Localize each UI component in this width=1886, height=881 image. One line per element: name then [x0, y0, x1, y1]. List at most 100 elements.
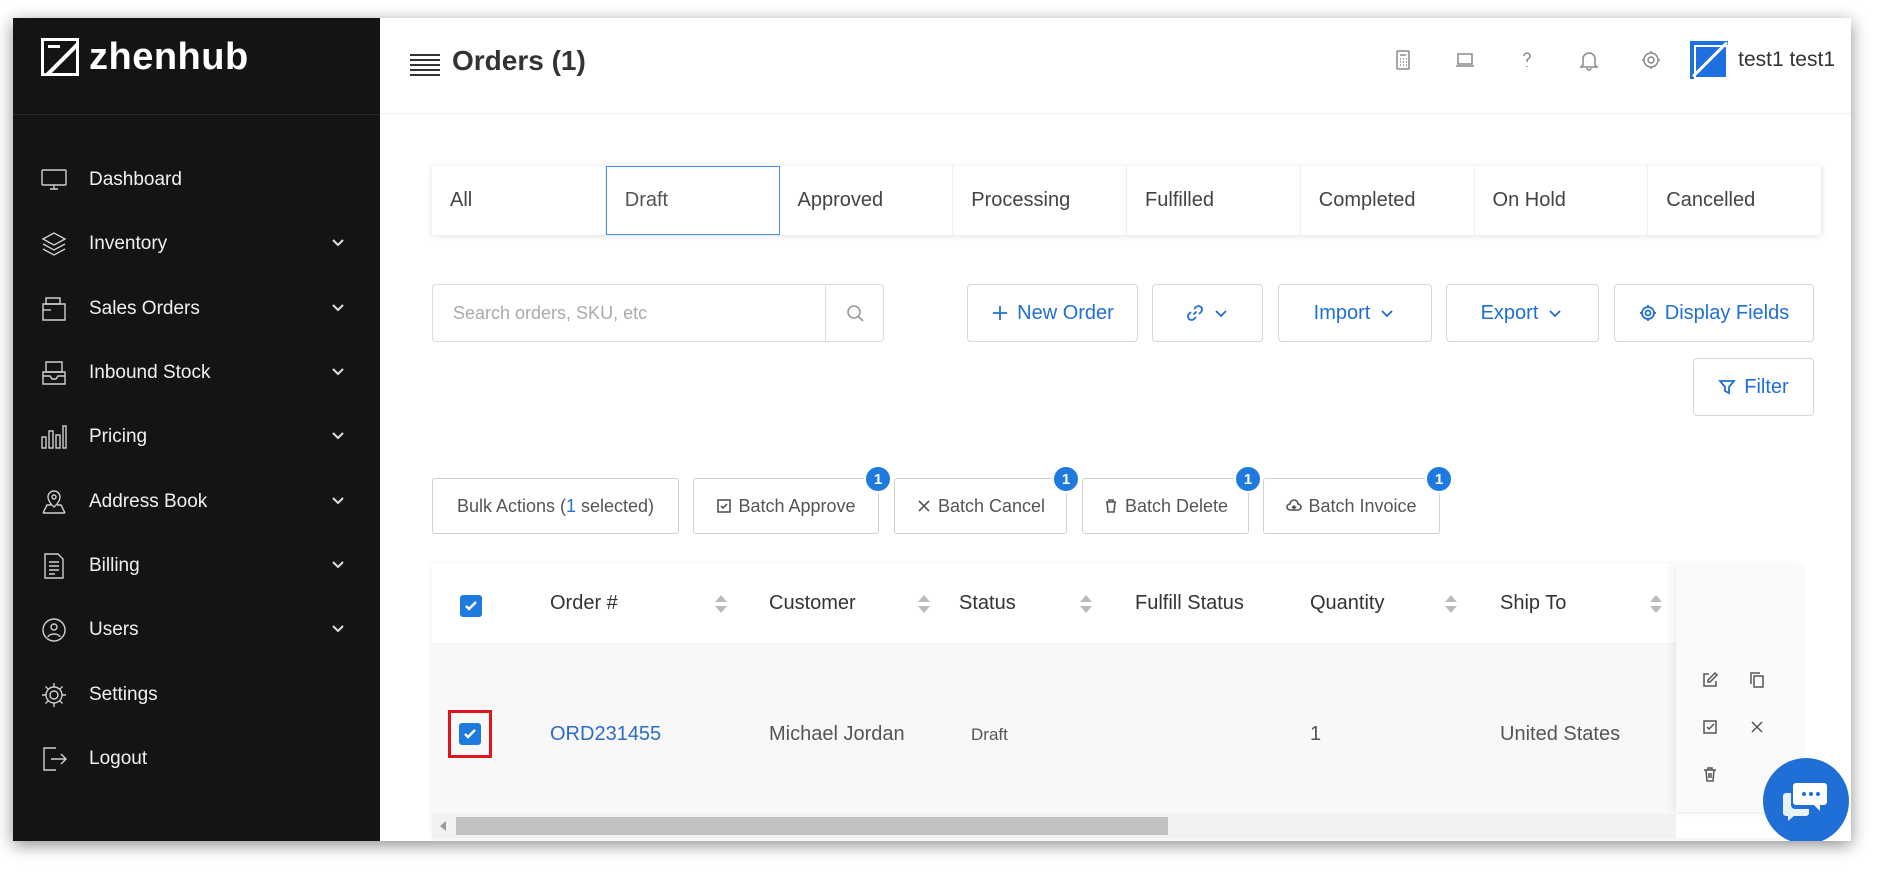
sidebar-item-users[interactable]: Users [13, 598, 380, 662]
sort-icon[interactable] [715, 595, 727, 615]
display-fields-button[interactable]: Display Fields [1614, 284, 1814, 342]
scrollbar-thumb[interactable] [456, 817, 1168, 835]
sort-icon[interactable] [918, 595, 930, 615]
order-number-link[interactable]: ORD231455 [550, 723, 661, 746]
sidebar-divider [13, 114, 380, 115]
menu-toggle-icon[interactable] [410, 54, 440, 80]
copy-icon[interactable] [1739, 662, 1775, 698]
link-dropdown-button[interactable] [1152, 284, 1263, 342]
batch-approve-label: Batch Approve [738, 495, 856, 516]
bulk-actions-button[interactable]: Bulk Actions (1 selected) [432, 478, 679, 534]
tab-approved[interactable]: Approved [780, 166, 954, 235]
chevron-down-icon[interactable] [330, 556, 350, 576]
count-badge: 1 [1234, 465, 1262, 493]
orders-icon [39, 294, 69, 324]
tab-completed[interactable]: Completed [1301, 166, 1475, 235]
column-header-fulfill-status[interactable]: Fulfill Status [1135, 592, 1244, 615]
laptop-icon[interactable] [1434, 38, 1496, 82]
table-header: Order # Customer Status Fulfill Status Q… [432, 564, 1802, 644]
chevron-down-icon[interactable] [330, 299, 350, 319]
orders-table: Order # Customer Status Fulfill Status Q… [432, 564, 1802, 838]
column-header-order[interactable]: Order # [550, 592, 618, 615]
ship-to-cell: United States [1500, 723, 1621, 745]
cloud-upload-icon [1286, 499, 1303, 511]
sidebar-item-label: Dashboard [89, 169, 182, 191]
close-icon[interactable] [1739, 709, 1775, 745]
new-order-label: New Order [1017, 301, 1114, 324]
tab-all[interactable]: All [432, 166, 606, 235]
sort-icon[interactable] [1080, 595, 1092, 615]
sidebar-item-logout[interactable]: Logout [13, 727, 380, 791]
status-badge: Draft [971, 725, 1008, 744]
filter-button[interactable]: Filter [1693, 358, 1814, 416]
batch-delete-button[interactable]: Batch Delete 1 [1082, 465, 1262, 534]
gear-icon[interactable] [1620, 38, 1682, 82]
new-order-button[interactable]: New Order [967, 284, 1138, 342]
app-window: zhenhub Dashboard Inventory Sales Orders… [13, 18, 1851, 841]
sidebar-item-address-book[interactable]: Address Book [13, 469, 380, 533]
search-icon [846, 305, 864, 322]
user-name[interactable]: test1 test1 [1738, 48, 1835, 72]
filter-icon [1718, 380, 1737, 395]
approve-icon[interactable] [1692, 709, 1728, 745]
sidebar-item-inbound-stock[interactable]: Inbound Stock [13, 341, 380, 405]
chevron-down-icon[interactable] [330, 492, 350, 512]
import-button[interactable]: Import [1278, 284, 1432, 342]
chevron-down-icon[interactable] [330, 363, 350, 383]
tab-on-hold[interactable]: On Hold [1475, 166, 1649, 235]
export-label: Export [1480, 301, 1539, 324]
horizontal-scrollbar[interactable] [432, 814, 1676, 838]
page-title: Orders (1) [452, 45, 586, 76]
search-box [432, 284, 884, 342]
help-icon[interactable] [1496, 38, 1558, 82]
row-checkbox[interactable] [459, 723, 481, 745]
search-button[interactable] [825, 285, 883, 341]
logo[interactable]: zhenhub [41, 36, 249, 78]
chat-button[interactable] [1763, 758, 1849, 841]
sidebar-item-label: Inventory [89, 233, 168, 255]
column-header-status[interactable]: Status [959, 592, 1016, 615]
header-actions: test1 test1 [1372, 38, 1835, 82]
batch-cancel-button[interactable]: Batch Cancel 1 [894, 465, 1080, 534]
sidebar-item-settings[interactable]: Settings [13, 662, 380, 726]
tab-fulfilled[interactable]: Fulfilled [1127, 166, 1301, 235]
layers-icon [39, 229, 69, 259]
chevron-down-icon[interactable] [330, 620, 350, 640]
sidebar-item-label: Address Book [89, 490, 208, 512]
trash-icon[interactable] [1692, 756, 1728, 792]
batch-invoice-button[interactable]: Batch Invoice 1 [1263, 465, 1453, 534]
tab-processing[interactable]: Processing [953, 166, 1128, 235]
sort-icon[interactable] [1650, 595, 1662, 615]
sidebar-item-label: Sales Orders [89, 297, 200, 319]
sidebar-item-billing[interactable]: Billing [13, 534, 380, 598]
column-header-customer[interactable]: Customer [769, 592, 856, 615]
bell-icon[interactable] [1558, 38, 1620, 82]
tab-cancelled[interactable]: Cancelled [1648, 166, 1823, 235]
sidebar: zhenhub Dashboard Inventory Sales Orders… [13, 18, 380, 841]
logo-mark [41, 38, 79, 76]
check-square-icon [717, 499, 732, 513]
column-header-quantity[interactable]: Quantity [1310, 592, 1384, 615]
trash-icon [1105, 499, 1116, 513]
tab-draft[interactable]: Draft [605, 166, 780, 235]
batch-approve-button[interactable]: Batch Approve 1 [693, 465, 892, 534]
chevron-down-icon[interactable] [330, 427, 350, 447]
logout-icon [39, 744, 69, 774]
sidebar-item-dashboard[interactable]: Dashboard [13, 148, 380, 212]
batch-delete-label: Batch Delete [1124, 495, 1229, 516]
sidebar-item-sales-orders[interactable]: Sales Orders [13, 277, 380, 341]
search-input[interactable] [433, 285, 825, 341]
plus-icon [993, 306, 1008, 320]
sort-icon[interactable] [1445, 595, 1457, 615]
table-row[interactable]: ORD231455 Michael Jordan Draft 1 United … [432, 644, 1802, 814]
select-all-checkbox[interactable] [460, 595, 482, 617]
column-header-ship-to[interactable]: Ship To [1500, 592, 1566, 615]
calculator-icon[interactable] [1372, 38, 1434, 82]
avatar[interactable] [1690, 41, 1729, 79]
export-button[interactable]: Export [1446, 284, 1599, 342]
edit-icon[interactable] [1692, 662, 1728, 698]
chevron-down-icon[interactable] [330, 234, 350, 254]
sidebar-item-pricing[interactable]: Pricing [13, 405, 380, 469]
sidebar-item-inventory[interactable]: Inventory [13, 212, 380, 276]
scroll-left-arrow[interactable] [440, 821, 446, 831]
